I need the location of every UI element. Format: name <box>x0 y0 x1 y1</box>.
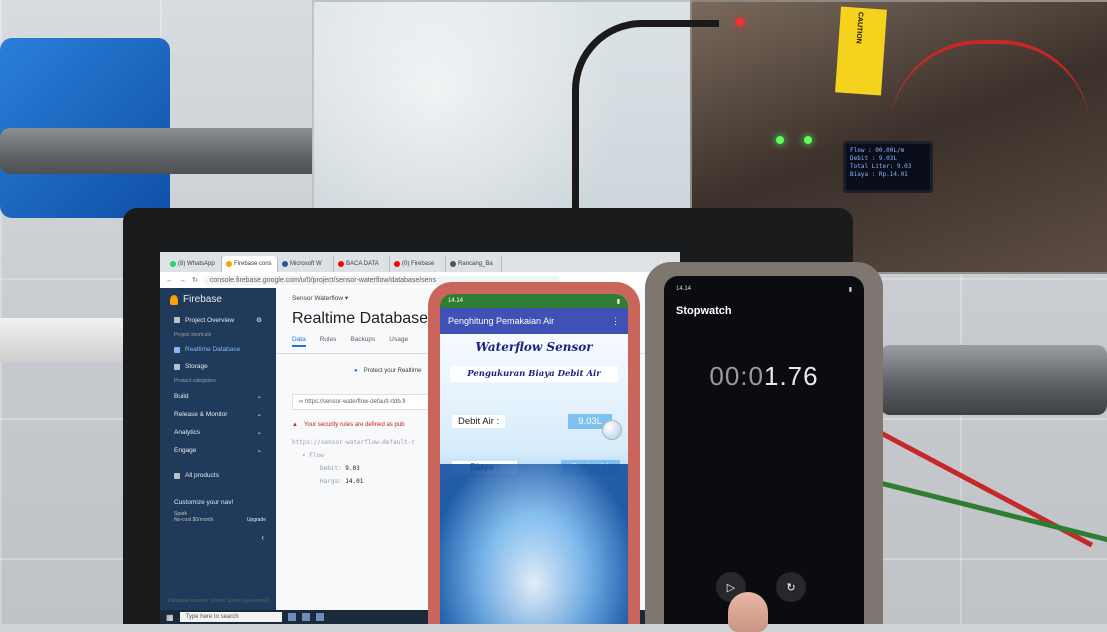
oled-line: Total Liter: 9.03 <box>850 163 912 170</box>
phone-status-bar: 14.14 ▮ <box>440 294 628 308</box>
link-icon: ∞ <box>299 399 304 405</box>
firebase-icon <box>226 261 232 267</box>
home-icon <box>174 317 180 323</box>
chevron-down-icon: ⌄ <box>256 393 262 400</box>
battery-icon: ▮ <box>848 287 852 293</box>
taskbar-search[interactable]: Type here to search <box>179 612 282 622</box>
database-location: Database location: United States (us-cen… <box>168 598 271 604</box>
taskbar-app-icon[interactable] <box>301 613 310 621</box>
tab-rules[interactable]: Rules <box>320 336 337 347</box>
sidebar-item-release-monitor[interactable]: Release & Monitor ⌄ <box>160 405 276 423</box>
caution-sticker: CAUTION <box>835 6 887 96</box>
tab-usage[interactable]: Usage <box>389 336 408 347</box>
debit-label: Debit Air : <box>452 414 506 428</box>
app-heading: Waterflow Sensor <box>475 340 593 354</box>
stopwatch-readout: 00:01.76 <box>664 361 864 392</box>
floating-touch-button[interactable] <box>602 420 622 440</box>
oled-display: Flow : 00.00L/m Debit : 9.03L Total Lite… <box>843 141 933 193</box>
browser-tab[interactable]: Rancang_Ba <box>446 256 502 272</box>
finger <box>728 592 768 632</box>
grid-icon <box>174 472 180 479</box>
oled-line: Biaya : Rp.14.01 <box>850 171 908 178</box>
customize-nav[interactable]: Customize your nav! <box>160 494 276 511</box>
black-cable <box>572 20 719 227</box>
status-time: 14.14 <box>448 298 464 304</box>
gray-pipe-right <box>880 345 1107 415</box>
database-icon <box>174 346 180 353</box>
word-icon <box>282 261 288 267</box>
forward-arrow-icon[interactable]: → <box>179 277 186 284</box>
stopwatch-title: Stopwatch <box>676 305 732 317</box>
browser-tab[interactable]: (8) WhatsApp <box>166 256 222 272</box>
green-led <box>804 136 812 144</box>
browser-tab[interactable]: BACA DATA <box>334 256 390 272</box>
overflow-menu-icon[interactable]: ⋮ <box>611 316 620 327</box>
app-bar: Penghitung Pemakaian Air ⋮ <box>440 308 628 334</box>
tab-data[interactable]: Data <box>292 336 306 347</box>
chevron-down-icon: ⌄ <box>256 447 262 454</box>
tab-backups[interactable]: Backups <box>350 336 375 347</box>
reset-icon[interactable]: ↻ <box>776 572 806 602</box>
battery-icon: ▮ <box>616 298 620 305</box>
youtube-icon <box>394 261 400 267</box>
plan-cost: No-cost $0/month <box>174 517 214 523</box>
sidebar-item-build[interactable]: Build ⌄ <box>160 387 276 405</box>
green-led <box>776 136 784 144</box>
app-title: Penghitung Pemakaian Air <box>448 316 555 326</box>
app-subheading: Pengukuran Biaya Debit Air <box>450 366 618 382</box>
taskbar-app-icon[interactable] <box>315 613 324 621</box>
stopwatch-screen: 14.14 ▮ Stopwatch 00:01.76 ▷ ↻ <box>664 276 864 624</box>
debit-row: Debit Air : 9.03L <box>452 412 620 430</box>
firebase-flame-icon <box>170 294 178 305</box>
browser-tab[interactable]: (0) Firebase <box>390 256 446 272</box>
github-icon <box>450 261 456 267</box>
gray-pipe-left <box>0 128 340 174</box>
sidebar-item-all-products[interactable]: All products <box>160 467 276 484</box>
sidebar-section-label: Product categories <box>174 378 216 384</box>
phone-status-bar: 14.14 ▮ <box>664 276 864 293</box>
sidebar-item-engage[interactable]: Engage ⌄ <box>160 441 276 459</box>
collapse-sidebar-icon[interactable]: ‹ <box>160 523 276 542</box>
app-body: Waterflow Sensor Pengukuran Biaya Debit … <box>440 334 628 624</box>
firebase-sidebar: Firebase Project Overview ⚙ Project short… <box>160 288 276 624</box>
water-splash-image <box>440 464 628 624</box>
chevron-down-icon: ⌄ <box>256 429 262 436</box>
shield-icon: ● <box>354 368 358 374</box>
red-led <box>736 18 744 26</box>
chevron-down-icon: ⌄ <box>256 411 262 418</box>
white-pipe-left <box>0 318 140 362</box>
dropdown-arrow-icon: ▾ <box>344 295 349 302</box>
taskbar-app-icon[interactable] <box>287 613 296 621</box>
windows-start-icon[interactable]: ▦ <box>166 613 174 622</box>
browser-tab[interactable]: Microsoft W <box>278 256 334 272</box>
sidebar-item-storage[interactable]: Storage <box>160 358 276 375</box>
sidebar-item-analytics[interactable]: Analytics ⌄ <box>160 423 276 441</box>
browser-tab-bar: (8) WhatsApp Firebase cons Microsoft W B… <box>160 252 680 272</box>
sidebar-section-label: Project shortcuts <box>174 332 212 338</box>
browser-tab-active[interactable]: Firebase cons <box>222 256 278 272</box>
stopwatch-time-bright: 1.76 <box>764 361 819 391</box>
oled-line: Debit : 9.03L <box>850 155 897 162</box>
whatsapp-icon <box>170 261 176 267</box>
water-app-screen: 14.14 ▮ Penghitung Pemakaian Air ⋮ Water… <box>440 294 628 624</box>
caution-label: CAUTION <box>854 11 864 44</box>
youtube-icon <box>338 261 344 267</box>
stopwatch-time-dim: 00:0 <box>709 361 764 391</box>
gear-icon[interactable]: ⚙ <box>256 316 262 324</box>
firebase-brand[interactable]: Firebase <box>160 288 276 311</box>
status-time: 14.14 <box>676 286 692 292</box>
storage-icon <box>174 363 180 370</box>
sidebar-item-project-overview[interactable]: Project Overview ⚙ <box>160 311 276 329</box>
warning-icon: ▲ <box>292 422 298 428</box>
upgrade-button[interactable]: Upgrade <box>247 517 266 523</box>
oled-line: Flow : 00.00L/m <box>850 147 905 154</box>
sidebar-item-realtime-database[interactable]: Realtime Database <box>160 341 276 358</box>
reload-icon[interactable]: ↻ <box>192 276 198 284</box>
back-arrow-icon[interactable]: ← <box>166 277 173 284</box>
